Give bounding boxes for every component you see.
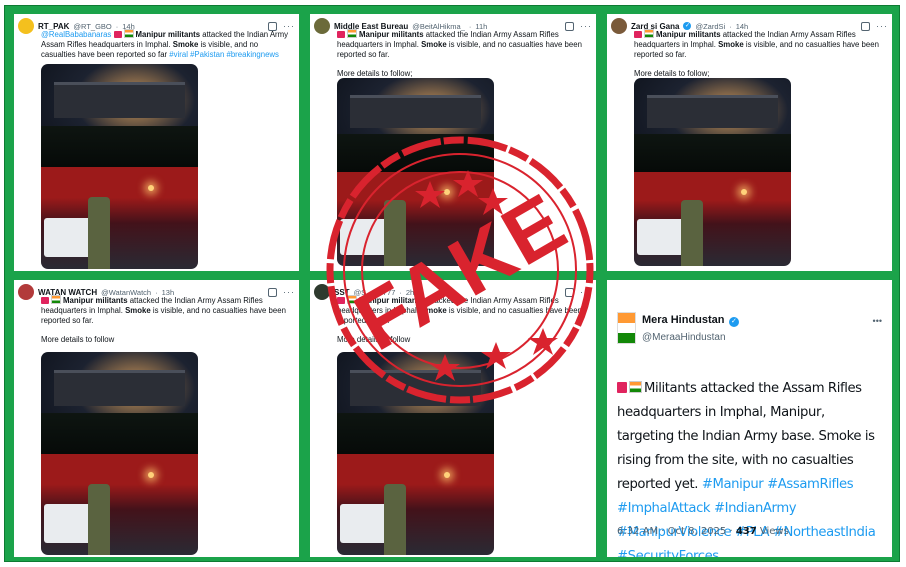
soldiers-night-image xyxy=(41,166,198,269)
tweet-bold-word: Smoke xyxy=(421,40,447,49)
headline: Manipur militants xyxy=(135,30,201,39)
tweet-text: @RealBababanaras Manipur militants attac… xyxy=(41,29,293,60)
headline: Manipur militants xyxy=(656,30,721,39)
avatar[interactable] xyxy=(611,18,627,34)
india-flag-emoji-icon xyxy=(51,295,61,304)
india-flag-emoji-icon xyxy=(123,29,134,38)
alarm-emoji-icon xyxy=(617,382,627,393)
tweet-bold-word: Smoke xyxy=(421,306,447,315)
display-name[interactable]: Mera Hindustan xyxy=(642,314,725,326)
tweet-text: Manipur militants attacked the Indian Ar… xyxy=(337,29,590,79)
soldiers-night-image xyxy=(634,172,791,266)
headline: Manipur militants xyxy=(63,296,128,305)
tweet-photo[interactable] xyxy=(337,78,494,266)
burning-building-image xyxy=(634,78,791,172)
tweet-text: Manipur militants attacked the Indian Ar… xyxy=(337,295,590,345)
tweet-bold-word: Smoke xyxy=(172,40,199,49)
india-flag-emoji-icon xyxy=(629,381,642,393)
tweet-photo[interactable] xyxy=(41,64,198,269)
alarm-emoji-icon xyxy=(337,31,345,38)
tweet-meta: 6:32 AM · Oct 8, 2025 · 437 Views xyxy=(617,526,789,537)
india-flag-avatar[interactable] xyxy=(617,312,636,344)
tweet-bold-word: Smoke xyxy=(718,40,744,49)
more-horizontal-icon[interactable]: ••• xyxy=(873,316,882,326)
headline: Manipur militants xyxy=(359,296,424,305)
india-flag-emoji-icon xyxy=(347,29,357,38)
alarm-emoji-icon xyxy=(337,297,345,304)
headline: Manipur militants xyxy=(359,30,424,39)
tweet-card-zard-si-gana[interactable]: Zard si Gana ✓ @ZardSi · 14h ··· Manipur… xyxy=(607,14,892,271)
tweet-body: Militants attacked the Assam Rifles head… xyxy=(617,381,875,492)
burning-building-image xyxy=(337,78,494,172)
tweet-card-watan-watch[interactable]: WATAN WATCH @WatanWatch · 13h ··· Manipu… xyxy=(14,280,299,557)
avatar[interactable] xyxy=(18,284,34,300)
burning-building-image xyxy=(337,352,494,454)
timestamp[interactable]: 6:32 AM · Oct 8, 2025 · xyxy=(617,526,736,537)
views-label: Views xyxy=(756,526,789,537)
burning-building-image xyxy=(41,64,198,167)
tweet-text: Manipur militants attacked the Indian Ar… xyxy=(634,29,886,79)
more-details-line: More details to follow xyxy=(41,335,115,344)
alarm-emoji-icon xyxy=(41,297,49,304)
tweet-card-rt-pak[interactable]: RT_PAK @RT_GBO · 14h ··· @RealBababanara… xyxy=(14,14,299,271)
soldiers-night-image xyxy=(337,172,494,266)
avatar[interactable] xyxy=(18,18,34,34)
views-count: 437 xyxy=(735,526,757,537)
tweet-card-sst[interactable]: SST @S___n777 · 2h ··· Manipur militants… xyxy=(310,280,596,557)
mention[interactable]: @RealBababanaras xyxy=(41,30,111,39)
tweet-text: Manipur militants attacked the Indian Ar… xyxy=(41,295,293,345)
avatar[interactable] xyxy=(314,18,330,34)
soldiers-night-image xyxy=(337,453,494,555)
india-flag-emoji-icon xyxy=(644,29,654,38)
user-handle[interactable]: @MeraaHindustan xyxy=(642,332,739,343)
tweet-bold-word: Smoke xyxy=(125,306,151,315)
alarm-emoji-icon xyxy=(113,31,122,38)
tweet-card-middle-east-bureau[interactable]: Middle East Bureau @BeitAlHikma_ · 11h ·… xyxy=(310,14,596,271)
tweet-photo[interactable] xyxy=(337,352,494,555)
tweet-photo[interactable] xyxy=(634,78,791,266)
india-flag-emoji-icon xyxy=(347,295,357,304)
more-details-line: More details to follow xyxy=(337,335,411,344)
hashtags[interactable]: #viral #Pakistan #breakingnews xyxy=(169,50,279,59)
avatar[interactable] xyxy=(314,284,330,300)
soldiers-night-image xyxy=(41,453,198,555)
tweet-photo[interactable] xyxy=(41,352,198,555)
tweet-card-mera-hindustan[interactable]: Mera Hindustan ✓ @MeraaHindustan ••• Mil… xyxy=(607,280,892,557)
burning-building-image xyxy=(41,352,198,454)
alarm-emoji-icon xyxy=(634,31,642,38)
verified-badge-icon: ✓ xyxy=(728,317,739,327)
